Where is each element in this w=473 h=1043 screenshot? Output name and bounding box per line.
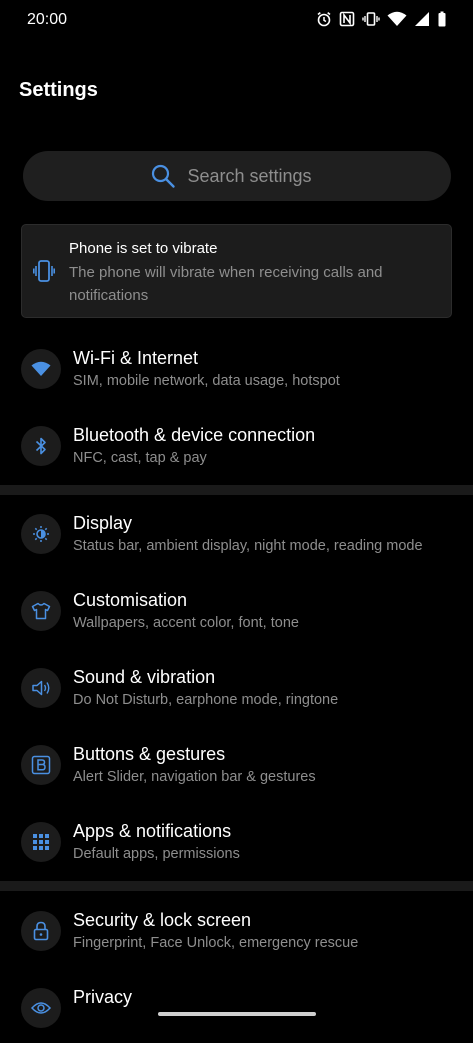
tshirt-icon bbox=[21, 591, 61, 631]
vibrate-notice-card[interactable]: Phone is set to vibrate The phone will v… bbox=[21, 224, 452, 318]
setting-security-lock[interactable]: Security & lock screen Fingerprint, Face… bbox=[0, 896, 473, 966]
navigation-handle[interactable] bbox=[158, 1012, 316, 1016]
search-icon bbox=[150, 163, 176, 189]
status-time: 20:00 bbox=[27, 11, 68, 28]
battery-icon bbox=[437, 11, 447, 27]
setting-title: Sound & vibration bbox=[73, 667, 216, 687]
alarm-icon bbox=[316, 11, 332, 27]
status-icons bbox=[316, 11, 447, 27]
section-divider bbox=[0, 485, 473, 495]
setting-display[interactable]: Display Status bar, ambient display, nig… bbox=[0, 499, 473, 569]
setting-bluetooth[interactable]: Bluetooth & device connection NFC, cast,… bbox=[0, 411, 473, 481]
setting-title: Security & lock screen bbox=[73, 910, 252, 930]
setting-subtitle: Status bar, ambient display, night mode,… bbox=[73, 538, 423, 554]
vibrate-status-icon bbox=[362, 11, 380, 27]
setting-subtitle: Default apps, permissions bbox=[73, 846, 240, 862]
setting-subtitle: Do Not Disturb, earphone mode, ringtone bbox=[73, 692, 339, 708]
setting-title: Privacy bbox=[73, 987, 133, 1007]
setting-customisation[interactable]: Customisation Wallpapers, accent color, … bbox=[0, 576, 473, 646]
notice-text: The phone will vibrate when receiving ca… bbox=[69, 264, 383, 304]
privacy-icon bbox=[21, 988, 61, 1028]
setting-title: Buttons & gestures bbox=[73, 744, 226, 764]
notice-title: Phone is set to vibrate bbox=[69, 240, 218, 257]
setting-subtitle: SIM, mobile network, data usage, hotspot bbox=[73, 373, 340, 389]
setting-privacy[interactable]: Privacy bbox=[0, 973, 473, 1043]
speaker-icon bbox=[21, 668, 61, 708]
setting-title: Wi-Fi & Internet bbox=[73, 348, 199, 368]
nfc-icon bbox=[339, 11, 355, 27]
signal-icon bbox=[414, 11, 430, 27]
setting-apps-notifications[interactable]: Apps & notifications Default apps, permi… bbox=[0, 807, 473, 877]
brightness-icon bbox=[21, 514, 61, 554]
setting-subtitle: Wallpapers, accent color, font, tone bbox=[73, 615, 299, 631]
setting-title: Bluetooth & device connection bbox=[73, 425, 316, 445]
search-placeholder: Search settings bbox=[187, 165, 312, 186]
setting-subtitle: NFC, cast, tap & pay bbox=[73, 450, 207, 466]
setting-subtitle: Fingerprint, Face Unlock, emergency resc… bbox=[73, 935, 359, 951]
setting-buttons-gestures[interactable]: Buttons & gestures Alert Slider, navigat… bbox=[0, 730, 473, 800]
setting-sound-vibration[interactable]: Sound & vibration Do Not Disturb, earpho… bbox=[0, 653, 473, 723]
wifi-status-icon bbox=[387, 11, 407, 27]
search-input[interactable]: Search settings bbox=[23, 151, 451, 201]
status-bar: 20:00 bbox=[0, 0, 473, 40]
section-divider bbox=[0, 881, 473, 891]
setting-title: Display bbox=[73, 513, 133, 533]
page-title: Settings bbox=[19, 79, 98, 101]
apps-grid-icon bbox=[21, 822, 61, 862]
vibrate-icon bbox=[33, 259, 55, 288]
button-b-icon bbox=[21, 745, 61, 785]
lock-icon bbox=[21, 911, 61, 951]
bluetooth-icon bbox=[21, 426, 61, 466]
wifi-icon bbox=[21, 349, 61, 389]
setting-wifi-internet[interactable]: Wi-Fi & Internet SIM, mobile network, da… bbox=[0, 334, 473, 404]
setting-title: Customisation bbox=[73, 590, 188, 610]
setting-title: Apps & notifications bbox=[73, 821, 232, 841]
setting-subtitle: Alert Slider, navigation bar & gestures bbox=[73, 769, 316, 785]
